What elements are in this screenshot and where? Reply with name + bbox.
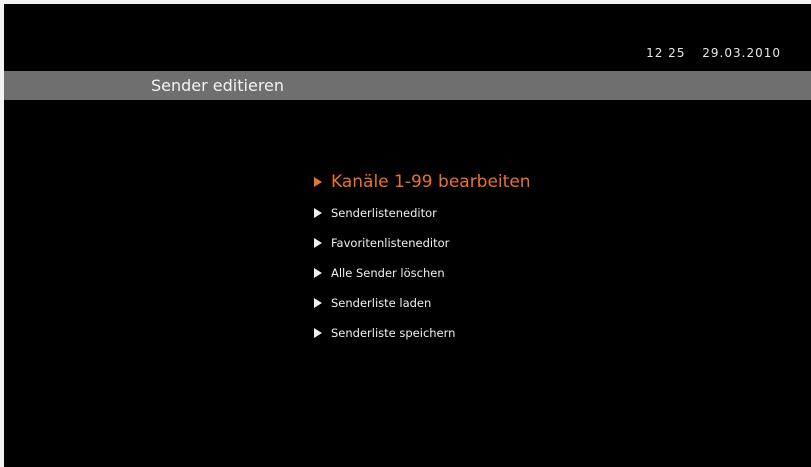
menu-item-label: Alle Sender löschen — [331, 266, 445, 280]
channel-edit-menu: Kanäle 1-99 bearbeiten Senderlistenedito… — [314, 168, 531, 348]
menu-item-label: Kanäle 1-99 bearbeiten — [331, 172, 531, 192]
menu-item-edit-channels[interactable]: Kanäle 1-99 bearbeiten — [314, 168, 531, 196]
triangle-right-icon — [314, 298, 322, 308]
triangle-right-icon — [314, 208, 322, 218]
triangle-right-icon — [314, 328, 322, 338]
menu-item-delete-all-channels[interactable]: Alle Sender löschen — [314, 258, 531, 288]
menu-item-channel-list-editor[interactable]: Senderlisteneditor — [314, 198, 531, 228]
menu-item-favorites-list-editor[interactable]: Favoritenlisteneditor — [314, 228, 531, 258]
clock-date: 29.03.2010 — [702, 46, 781, 60]
title-bar: Sender editieren — [4, 71, 811, 100]
menu-item-label: Senderlisteneditor — [331, 206, 437, 220]
menu-item-label: Senderliste speichern — [331, 326, 456, 340]
page-title: Sender editieren — [151, 76, 285, 95]
menu-item-label: Favoritenlisteneditor — [331, 236, 450, 250]
triangle-right-icon — [314, 177, 322, 187]
triangle-right-icon — [314, 268, 322, 278]
tv-screen: 12 25 29.03.2010 Sender editieren Kanäle… — [4, 4, 811, 467]
triangle-right-icon — [314, 238, 322, 248]
clock-time: 12 25 — [646, 46, 686, 60]
menu-item-load-channel-list[interactable]: Senderliste laden — [314, 288, 531, 318]
menu-item-label: Senderliste laden — [331, 296, 432, 310]
menu-item-save-channel-list[interactable]: Senderliste speichern — [314, 318, 531, 348]
date-time-display: 12 25 29.03.2010 — [646, 46, 781, 60]
